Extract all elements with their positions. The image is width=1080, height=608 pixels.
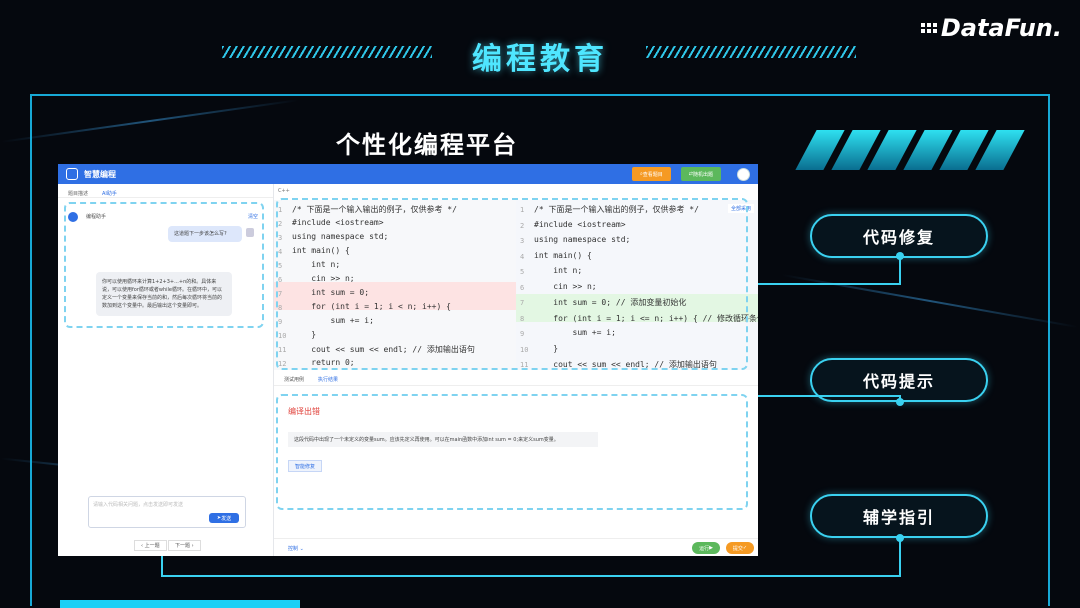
result-callout	[276, 394, 748, 510]
send-label: 发送	[221, 515, 232, 522]
console-label: 控制	[288, 546, 299, 552]
run-label: 运行	[699, 545, 710, 552]
tab-problem-desc[interactable]: 题目描述	[68, 190, 88, 197]
tab-ai-assistant[interactable]: AI助手	[102, 190, 117, 197]
next-label: 下一题	[175, 543, 191, 549]
send-button[interactable]: ➤ 发送	[209, 513, 239, 523]
tab-exec-result[interactable]: 执行结果	[318, 376, 338, 383]
bottom-bar: 控制 ⌄ 运行 ▶ 提交 ✓	[274, 538, 758, 556]
tab-test-cases[interactable]: 测试用例	[284, 376, 304, 383]
next-problem-button[interactable]: 下一题 ›	[168, 540, 201, 551]
user-avatar[interactable]	[737, 167, 750, 181]
submit-label: 提交	[732, 545, 743, 552]
app-logo-icon	[66, 168, 78, 180]
view-problem-button[interactable]: ⌕ 查看题目	[631, 167, 671, 181]
chat-input-placeholder: 请输入代码相关问题，点击发送即可发送	[93, 502, 184, 508]
random-problem-label: 随机出题	[692, 171, 713, 178]
code-callout	[276, 198, 748, 370]
run-button[interactable]: 运行 ▶	[692, 542, 720, 554]
view-problem-label: 查看题目	[642, 171, 663, 178]
console-toggle[interactable]: 控制 ⌄	[288, 545, 304, 552]
result-tabs: 测试用例 执行结果	[274, 374, 758, 386]
chat-callout	[64, 202, 264, 328]
left-tabs: 题目描述 AI助手	[58, 184, 273, 198]
app-topbar: 智慧编程 ⌕ 查看题目 ⇄ 随机出题	[58, 164, 758, 184]
chat-input-box[interactable]: 请输入代码相关问题，点击发送即可发送 ➤ 发送	[88, 496, 246, 528]
prev-label: 上一题	[144, 543, 160, 549]
app-name: 智慧编程	[84, 169, 116, 179]
random-problem-button[interactable]: ⇄ 随机出题	[680, 167, 721, 181]
prev-problem-button[interactable]: ‹ 上一题	[134, 540, 167, 551]
submit-button[interactable]: 提交 ✓	[726, 542, 754, 554]
language-tab[interactable]: C++	[278, 188, 290, 194]
